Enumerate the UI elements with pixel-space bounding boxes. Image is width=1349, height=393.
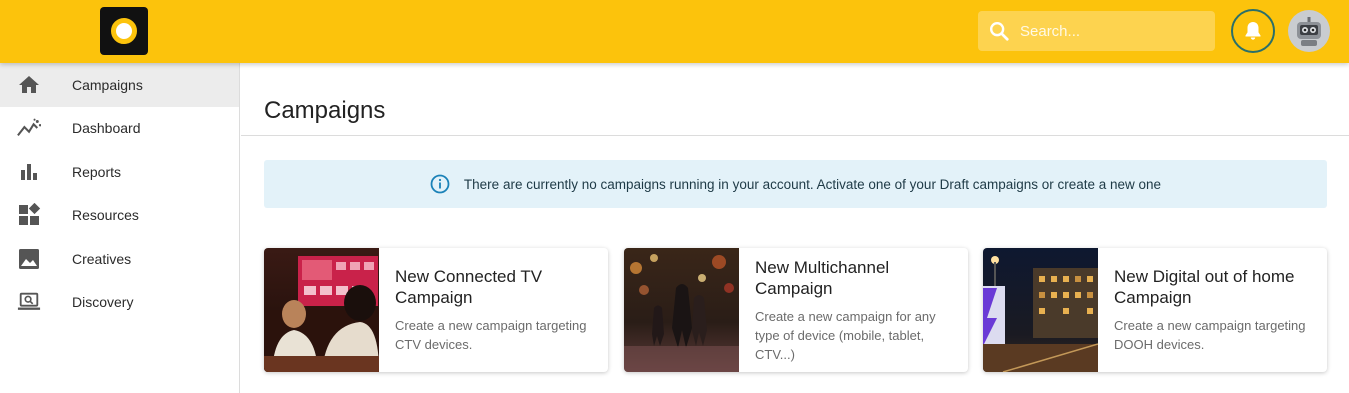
search-icon: [990, 22, 1009, 41]
multichannel-campaign-card[interactable]: New Multichannel Campaign Create a new c…: [624, 248, 968, 372]
sidebar-item-dashboard[interactable]: Dashboard: [0, 107, 239, 151]
sidebar-item-label: Reports: [72, 163, 122, 180]
banner-text: There are currently no campaigns running…: [463, 176, 1162, 192]
ctv-campaign-card[interactable]: New Connected TV Campaign Create a new c…: [264, 248, 608, 372]
sidebar-item-discovery[interactable]: Discovery: [0, 281, 239, 325]
card-title: New Multichannel Campaign: [755, 257, 890, 298]
top-bar: [0, 0, 1349, 63]
robot-avatar-icon: [1297, 17, 1321, 46]
info-banner: There are currently no campaigns running…: [264, 160, 1327, 208]
card-body: New Digital out of home Campaign Create …: [1114, 248, 1319, 372]
bell-icon: [1245, 22, 1261, 40]
widgets-icon: [17, 203, 41, 227]
multichannel-card-image: [624, 248, 739, 372]
card-body: New Connected TV Campaign Create a new c…: [395, 248, 600, 372]
sidebar-item-creatives[interactable]: Creatives: [0, 237, 239, 281]
sidebar: Campaigns Dashboard Reports Resources Cr…: [0, 63, 240, 393]
logo-ring-icon: [111, 18, 137, 44]
card-description: Create a new campaign targeting CTV devi…: [395, 318, 587, 352]
sidebar-item-label: Campaigns: [72, 76, 143, 93]
main-content: Campaigns There are currently no campaig…: [241, 63, 1349, 393]
card-title: New Digital out of home Campaign: [1114, 267, 1295, 307]
bar-chart-icon: [17, 160, 41, 184]
home-icon: [17, 73, 41, 97]
sidebar-item-label: Resources: [72, 207, 139, 224]
page-title: Campaigns: [264, 97, 386, 124]
search-input[interactable]: [1020, 22, 1200, 40]
sidebar-item-campaigns[interactable]: Campaigns: [0, 63, 239, 107]
divider: [241, 135, 1349, 136]
card-title: New Connected TV Campaign: [395, 267, 543, 307]
search-box[interactable]: [978, 11, 1215, 51]
card-description: Create a new campaign targeting DOOH dev…: [1114, 318, 1306, 352]
avatar[interactable]: [1288, 10, 1330, 52]
ctv-card-image: [264, 248, 379, 372]
logo[interactable]: [100, 7, 148, 55]
card-description: Create a new campaign for any type of de…: [755, 308, 936, 362]
sidebar-item-label: Discovery: [72, 294, 134, 311]
image-icon: [17, 247, 41, 271]
notifications-button[interactable]: [1231, 9, 1275, 53]
dooh-campaign-card[interactable]: New Digital out of home Campaign Create …: [983, 248, 1327, 372]
trend-icon: [17, 116, 41, 140]
laptop-search-icon: [17, 290, 41, 314]
info-icon: [430, 174, 450, 194]
sidebar-item-resources[interactable]: Resources: [0, 194, 239, 238]
sidebar-item-label: Dashboard: [72, 120, 141, 137]
card-body: New Multichannel Campaign Create a new c…: [755, 248, 960, 372]
dooh-card-image: [983, 248, 1098, 372]
sidebar-item-label: Creatives: [72, 250, 132, 267]
sidebar-item-reports[interactable]: Reports: [0, 150, 239, 194]
